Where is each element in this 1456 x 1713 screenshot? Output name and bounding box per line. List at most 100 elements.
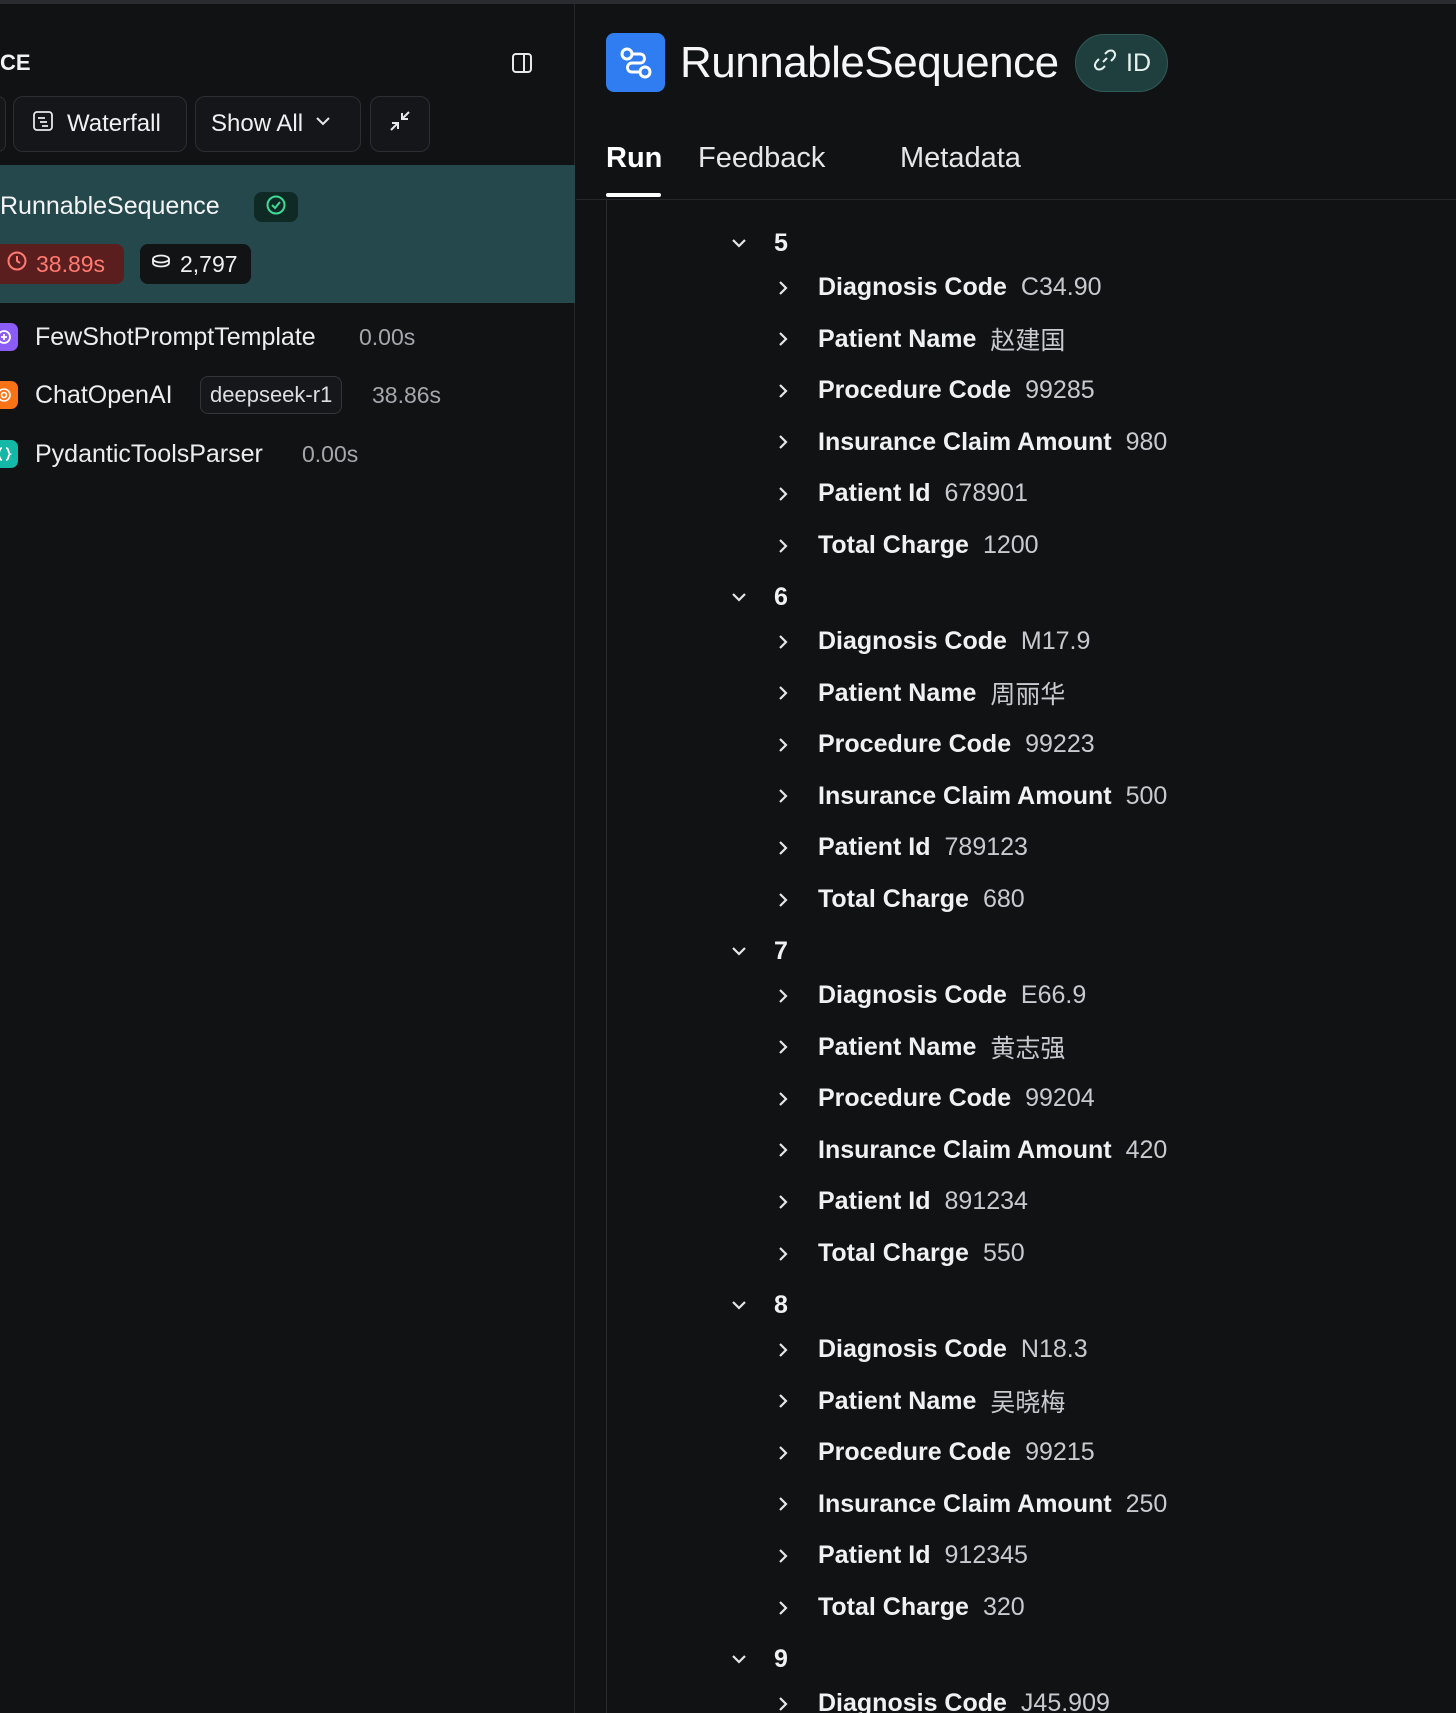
field-value: 678901	[944, 479, 1028, 508]
field-row[interactable]: Procedure Code 99204	[772, 1079, 1095, 1119]
active-tab-indicator	[606, 193, 661, 197]
field-key: Insurance Claim Amount	[818, 1489, 1112, 1518]
field-row[interactable]: Insurance Claim Amount 500	[772, 776, 1167, 816]
field-key: Patient Name	[818, 678, 977, 707]
field-row[interactable]: Total Charge 1200	[772, 526, 1039, 566]
chevron-down-icon	[728, 586, 750, 608]
field-row[interactable]: Diagnosis Code C34.90	[772, 268, 1102, 308]
tab-feedback[interactable]: Feedback	[698, 142, 825, 175]
latency-chip: 38.89s	[0, 244, 124, 284]
chevron-right-icon	[772, 1243, 794, 1265]
record-index: 9	[774, 1644, 788, 1673]
output-tree: Total Charge 450 5Diagnosis CodeC34.90Pa…	[576, 200, 1456, 1713]
collapse-button[interactable]	[370, 96, 430, 152]
panel-title: CE	[0, 50, 31, 75]
field-row[interactable]: Insurance Claim Amount 420	[772, 1130, 1167, 1170]
field-row[interactable]: Procedure Code 99215	[772, 1433, 1095, 1473]
field-value: 周丽华	[990, 681, 1066, 710]
tab-run[interactable]: Run	[606, 142, 662, 175]
field-row[interactable]: Total Charge 680	[772, 880, 1025, 920]
chevron-right-icon	[772, 483, 794, 505]
selected-run-row[interactable]: RunnableSequence 38.89s 2,797	[0, 165, 575, 303]
field-row[interactable]: Procedure Code 99223	[772, 725, 1095, 765]
field-key: Diagnosis Code	[818, 1335, 1007, 1363]
field-row[interactable]: Patient Name 吴晓梅	[772, 1381, 1065, 1421]
chevron-right-icon	[772, 1693, 794, 1713]
chevron-right-icon	[772, 1545, 794, 1567]
sidebar-toggle-icon[interactable]	[510, 51, 534, 75]
chevron-down-icon	[728, 232, 750, 254]
chevron-down-icon	[728, 940, 750, 962]
child-run-row[interactable]: PydanticToolsParser 0.00s	[0, 434, 575, 474]
token-chip: 2,797	[140, 244, 251, 284]
field-value: 680	[982, 885, 1025, 913]
field-value: 1200	[982, 531, 1039, 559]
field-value: J45.909	[1020, 1689, 1110, 1713]
token-count: 2,797	[180, 250, 238, 277]
chevron-right-icon	[772, 1390, 794, 1412]
output-tree-border	[606, 200, 607, 1713]
tab-metadata[interactable]: Metadata	[900, 142, 1021, 175]
field-value: 赵建国	[990, 327, 1066, 356]
child-run-row[interactable]: FewShotPromptTemplate 0.00s	[0, 317, 575, 357]
record-index-row[interactable]: 9	[728, 1639, 788, 1679]
field-row[interactable]: Insurance Claim Amount 980	[772, 422, 1167, 462]
record-index-row[interactable]: 5	[728, 223, 788, 263]
run-name: RunnableSequence	[0, 192, 220, 220]
child-run-row[interactable]: ChatOpenAI deepseek-r1 38.86s	[0, 375, 575, 415]
field-key: Diagnosis Code	[818, 981, 1007, 1009]
toolbar-button-partial[interactable]	[0, 96, 6, 152]
record-index: 6	[774, 582, 788, 611]
field-key: Insurance Claim Amount	[818, 427, 1112, 456]
field-row[interactable]: Patient Name 赵建国	[772, 319, 1065, 359]
field-row[interactable]: Patient Name 黄志强	[772, 1027, 1065, 1067]
field-key: Patient Id	[818, 1541, 931, 1570]
record-index-row[interactable]: 8	[728, 1285, 788, 1325]
chevron-right-icon	[772, 734, 794, 756]
chevron-right-icon	[772, 535, 794, 557]
field-row[interactable]: Procedure Code 99285	[772, 371, 1095, 411]
field-row[interactable]: Patient Id 891234	[772, 1182, 1028, 1222]
field-row[interactable]: Total Charge 550	[772, 1234, 1025, 1274]
field-row[interactable]: Diagnosis Code E66.9	[772, 976, 1086, 1016]
field-key: Diagnosis Code	[818, 1689, 1007, 1713]
field-value: 789123	[944, 833, 1028, 862]
chevron-down-icon	[728, 1648, 750, 1670]
field-row[interactable]: Diagnosis Code M17.9	[772, 622, 1090, 662]
waterfall-button[interactable]: Waterfall	[13, 96, 187, 152]
child-run-name: PydanticToolsParser	[35, 439, 263, 468]
field-value: C34.90	[1020, 273, 1102, 301]
copy-id-button[interactable]: ID	[1075, 34, 1168, 92]
field-row[interactable]: Patient Id 789123	[772, 828, 1028, 868]
field-key: Total Charge	[818, 1239, 969, 1267]
record-index-row[interactable]: 7	[728, 931, 788, 971]
field-key: Insurance Claim Amount	[818, 781, 1112, 810]
field-value: 320	[982, 1593, 1025, 1621]
field-key: Patient Id	[818, 479, 931, 508]
field-key: Patient Id	[818, 833, 931, 862]
chevron-right-icon	[772, 1597, 794, 1619]
field-row[interactable]: Insurance Claim Amount 250	[772, 1484, 1167, 1524]
chevron-right-icon	[772, 837, 794, 859]
show-all-dropdown[interactable]: Show All	[195, 96, 361, 152]
record-index-row[interactable]: 6	[728, 577, 788, 617]
chevron-right-icon	[772, 1036, 794, 1058]
link-icon	[1092, 47, 1118, 80]
field-row[interactable]: Diagnosis Code J45.909	[772, 1684, 1110, 1713]
field-row[interactable]: Patient Id 678901	[772, 474, 1028, 514]
field-value: 99285	[1025, 376, 1095, 405]
chevron-right-icon	[772, 380, 794, 402]
field-value: 黄志强	[990, 1035, 1066, 1064]
field-value: 99223	[1025, 730, 1095, 759]
field-row[interactable]: Patient Name 周丽华	[772, 673, 1065, 713]
field-value: 420	[1125, 1135, 1168, 1164]
check-circle-icon	[265, 194, 287, 221]
collapse-arrows-icon	[387, 108, 413, 141]
field-row[interactable]: Total Charge 320	[772, 1588, 1025, 1628]
runnable-sequence-icon	[606, 33, 665, 92]
field-row[interactable]: Patient Id 912345	[772, 1536, 1028, 1576]
chevron-down-icon	[313, 110, 333, 138]
child-run-name: ChatOpenAI	[35, 380, 173, 409]
field-row[interactable]: Diagnosis Code N18.3	[772, 1330, 1088, 1370]
field-key: Procedure Code	[818, 1438, 1012, 1467]
